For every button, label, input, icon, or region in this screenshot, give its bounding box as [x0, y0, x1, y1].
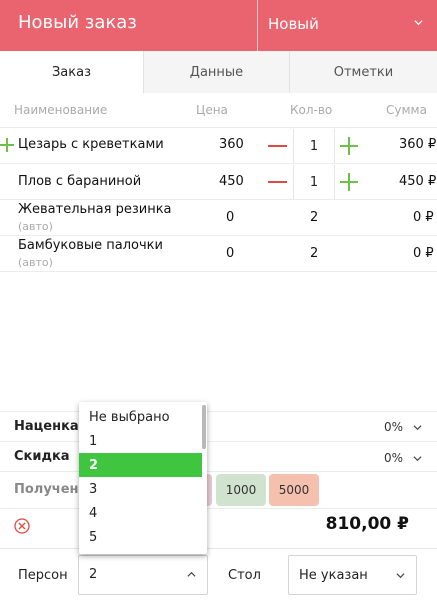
table-select[interactable]: Не указан: [288, 555, 417, 595]
tab-bar: Заказ Данные Отметки: [0, 51, 437, 93]
markup-value[interactable]: 0%: [384, 420, 403, 434]
minus-icon[interactable]: [268, 145, 287, 147]
item-price: 360: [219, 137, 244, 152]
order-total: 810,00 ₽: [325, 514, 409, 534]
plus-icon-vertical: [348, 137, 350, 155]
tab-data[interactable]: Данные: [143, 51, 289, 93]
persons-label: Персон: [18, 568, 68, 583]
item-qty: 2: [310, 246, 319, 261]
plus-icon-vertical: [348, 173, 350, 191]
table-row[interactable]: Бамбуковые палочки (авто) 0 2 0 ₽: [0, 236, 437, 272]
persons-dropdown[interactable]: Не выбрано 1 2 3 4 5: [79, 402, 207, 554]
cash-button-5000[interactable]: 5000: [269, 474, 319, 506]
chevron-down-icon[interactable]: [413, 454, 422, 463]
item-sum: 360 ₽: [399, 137, 437, 152]
dropdown-scrollbar[interactable]: [202, 405, 206, 449]
table-row[interactable]: Жевательная резинка (авто) 0 2 0 ₽: [0, 200, 437, 236]
item-price: 450: [219, 174, 244, 189]
chevron-down-icon: [396, 573, 405, 579]
tab-notes[interactable]: Отметки: [289, 51, 437, 93]
item-auto-note: (авто): [18, 220, 53, 233]
page-title: Новый заказ: [18, 12, 137, 33]
item-price: 0: [226, 246, 235, 261]
item-name: Цезарь с креветками: [18, 137, 164, 152]
table-row[interactable]: Плов с бараниной 450 1 450 ₽: [0, 164, 437, 200]
item-sum: 0 ₽: [413, 210, 434, 225]
markup-label: Наценка: [14, 419, 79, 434]
item-name: Бамбуковые палочки: [18, 238, 163, 253]
table-value: Не указан: [299, 568, 368, 583]
persons-value: 2: [89, 567, 98, 582]
item-sum: 0 ₽: [413, 246, 434, 261]
dropdown-option-selected[interactable]: 2: [79, 453, 202, 477]
discount-label: Скидка: [14, 449, 70, 464]
markup-row[interactable]: Наценка 0%: [0, 411, 437, 441]
item-sum: 450 ₽: [399, 174, 437, 189]
discount-value[interactable]: 0%: [384, 451, 403, 465]
dropdown-option[interactable]: 1: [79, 429, 202, 453]
item-price: 0: [226, 210, 235, 225]
item-qty[interactable]: 1: [293, 129, 335, 163]
dropdown-option[interactable]: 4: [79, 501, 202, 525]
clear-circle-icon[interactable]: [14, 518, 30, 534]
column-header-name: Наименование: [14, 103, 108, 117]
item-name: Жевательная резинка: [18, 202, 172, 217]
table-row[interactable]: Цезарь с креветками 360 1 360 ₽: [0, 128, 437, 164]
item-auto-note: (авто): [18, 256, 53, 269]
dropdown-option[interactable]: Не выбрано: [79, 405, 202, 429]
chevron-down-icon[interactable]: [414, 18, 423, 27]
cash-button-1000[interactable]: 1000: [216, 474, 266, 506]
chevron-up-icon: [187, 571, 196, 577]
persons-select[interactable]: 2: [78, 555, 208, 595]
item-qty: 2: [310, 210, 319, 225]
received-label: Получено: [14, 482, 88, 497]
table-label: Стол: [228, 568, 261, 583]
item-name: Плов с бараниной: [18, 174, 142, 189]
column-header-qty: Кол-во: [290, 103, 333, 117]
order-status-select[interactable]: Новый: [268, 15, 319, 33]
chevron-down-icon[interactable]: [413, 423, 422, 432]
minus-icon[interactable]: [268, 181, 287, 183]
dropdown-option[interactable]: 3: [79, 477, 202, 501]
add-icon-vertical: [6, 138, 8, 152]
discount-row[interactable]: Скидка 0%: [0, 441, 437, 471]
column-header-price: Цена: [196, 103, 228, 117]
column-header-sum: Сумма: [386, 103, 427, 117]
divider: [0, 508, 437, 509]
item-qty[interactable]: 1: [293, 165, 335, 199]
tab-order[interactable]: Заказ: [0, 51, 143, 93]
app-header: Новый заказ Новый: [0, 0, 437, 51]
dropdown-option[interactable]: 5: [79, 525, 202, 549]
header-divider: [257, 0, 258, 51]
